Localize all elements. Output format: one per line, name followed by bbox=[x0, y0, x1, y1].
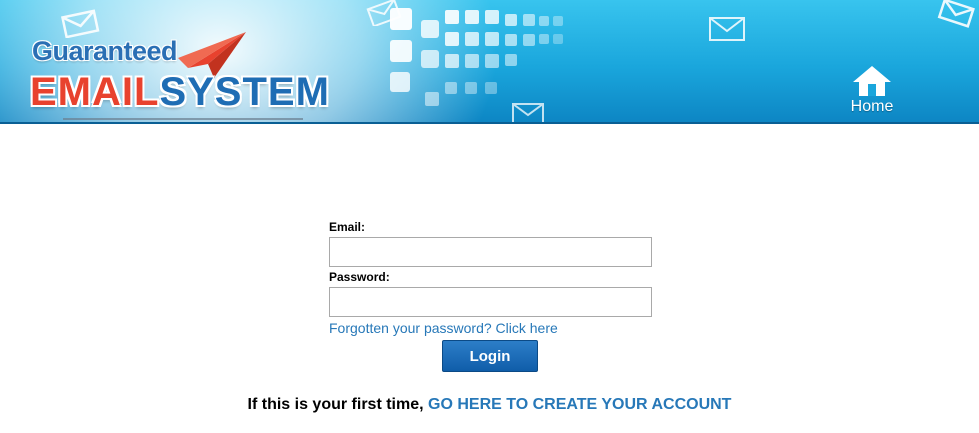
envelope-icon bbox=[366, 0, 402, 26]
envelope-icon bbox=[937, 0, 975, 28]
login-button[interactable]: Login bbox=[442, 340, 538, 372]
home-icon bbox=[853, 66, 891, 96]
logo-underline bbox=[63, 118, 303, 120]
header-banner: Guaranteed EMAILSYSTEM Home bbox=[0, 0, 979, 122]
create-account-link[interactable]: GO HERE TO CREATE YOUR ACCOUNT bbox=[428, 396, 731, 413]
home-link[interactable]: Home bbox=[846, 64, 898, 120]
password-label: Password: bbox=[329, 270, 390, 284]
logo-tagline: Guaranteed bbox=[32, 36, 178, 66]
forgot-password-link[interactable]: Forgotten your password? Click here bbox=[329, 320, 659, 336]
header-divider bbox=[0, 122, 979, 124]
page: Guaranteed EMAILSYSTEM Home Email: Passw… bbox=[0, 0, 979, 433]
logo-wordmark: EMAILSYSTEM bbox=[30, 70, 330, 115]
signup-prompt: If this is your first time, GO HERE TO C… bbox=[0, 396, 979, 414]
signup-prompt-text: If this is your first time, bbox=[247, 396, 424, 413]
login-form: Email: Password: Forgotten your password… bbox=[329, 220, 659, 336]
site-logo[interactable]: Guaranteed EMAILSYSTEM bbox=[28, 30, 348, 122]
logo-word-system: SYSTEM bbox=[159, 70, 330, 114]
email-label: Email: bbox=[329, 220, 366, 234]
email-field[interactable] bbox=[329, 237, 652, 267]
password-field[interactable] bbox=[329, 287, 652, 317]
home-label: Home bbox=[850, 98, 894, 115]
logo-word-email: EMAIL bbox=[30, 70, 160, 114]
banner-graphic bbox=[385, 0, 865, 122]
